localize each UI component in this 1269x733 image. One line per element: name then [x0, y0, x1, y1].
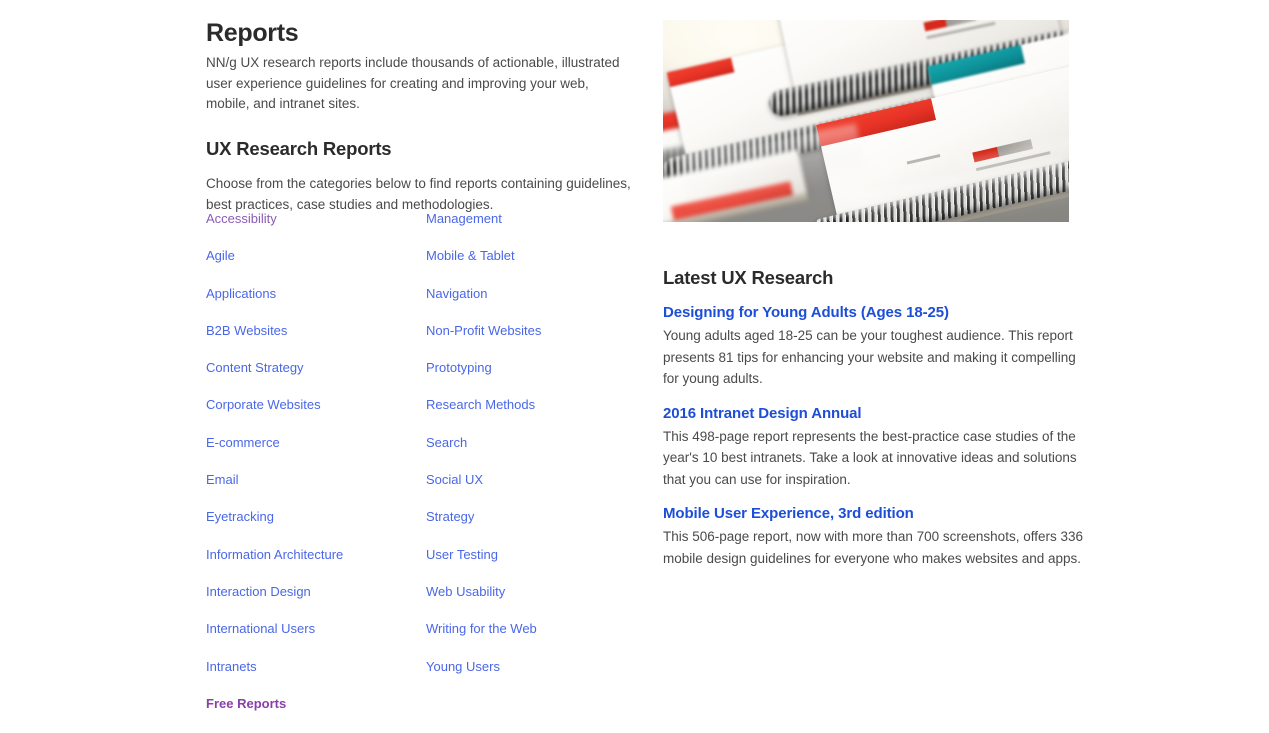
category-link-intranets[interactable]: Intranets [206, 659, 426, 696]
ux-research-reports-heading: UX Research Reports [206, 137, 392, 159]
ux-research-reports-intro: Choose from the categories below to find… [206, 175, 631, 212]
category-link-accessibility[interactable]: Accessibility [206, 211, 426, 248]
category-link-corporate-websites[interactable]: Corporate Websites [206, 397, 426, 434]
category-link-email[interactable]: Email [206, 472, 426, 509]
category-link-eyetracking[interactable]: Eyetracking [206, 509, 426, 546]
category-link-management[interactable]: Management [426, 211, 646, 248]
latest-research-title-link[interactable]: Mobile User Experience, 3rd edition [663, 504, 1069, 524]
latest-research-title-link[interactable]: Designing for Young Adults (Ages 18-25) [663, 303, 1069, 323]
category-link-web-usability[interactable]: Web Usability [426, 584, 646, 621]
latest-research-item: 2016 Intranet Design Annual This 498-page… [663, 404, 1077, 491]
page-intro-text: NN/g UX research reports include thousan… [206, 55, 620, 111]
reports-intro-section: Reports NN/g UX research reports include… [206, 18, 636, 215]
category-link-writing-for-the-web[interactable]: Writing for the Web [426, 621, 646, 658]
category-link-applications[interactable]: Applications [206, 286, 426, 323]
category-link-mobile-and-tablet[interactable]: Mobile & Tablet [426, 248, 646, 285]
latest-research-item: Mobile User Experience, 3rd edition This … [663, 504, 1083, 569]
latest-ux-research-heading: Latest UX Research [663, 267, 834, 288]
latest-research-description: This 506-page report, now with more than… [663, 529, 1083, 566]
latest-research-list: Designing for Young Adults (Ages 18-25) Y… [663, 303, 1083, 569]
category-link-user-testing[interactable]: User Testing [426, 547, 646, 584]
category-column-left: Accessibility Agile Applications B2B Websit… [206, 211, 426, 733]
spiral-bound-reports-photo [663, 20, 1069, 222]
category-link-international-users[interactable]: International Users [206, 621, 426, 658]
category-link-young-users[interactable]: Young Users [426, 659, 646, 696]
category-links-grid: Accessibility Agile Applications B2B Websit… [206, 211, 646, 733]
latest-research-item: Designing for Young Adults (Ages 18-25) Y… [663, 303, 1076, 390]
category-link-b2b-websites[interactable]: B2B Websites [206, 323, 426, 360]
category-link-prototyping[interactable]: Prototyping [426, 360, 646, 397]
latest-research-description: This 498-page report represents the best… [663, 428, 1077, 487]
category-link-navigation[interactable]: Navigation [426, 286, 646, 323]
category-link-non-profit-websites[interactable]: Non-Profit Websites [426, 323, 646, 360]
category-link-research-methods[interactable]: Research Methods [426, 397, 646, 434]
category-link-social-ux[interactable]: Social UX [426, 472, 646, 509]
category-link-free-reports[interactable]: Free Reports [206, 696, 426, 733]
category-link-e-commerce[interactable]: E-commerce [206, 435, 426, 472]
category-link-search[interactable]: Search [426, 435, 646, 472]
category-link-content-strategy[interactable]: Content Strategy [206, 360, 426, 397]
latest-research-description: Young adults aged 18-25 can be your toug… [663, 328, 1076, 386]
category-link-agile[interactable]: Agile [206, 248, 426, 285]
category-link-interaction-design[interactable]: Interaction Design [206, 584, 426, 621]
category-link-information-architecture[interactable]: Information Architecture [206, 547, 426, 584]
page-title: Reports [206, 19, 299, 47]
category-link-strategy[interactable]: Strategy [426, 509, 646, 546]
latest-research-title-link[interactable]: 2016 Intranet Design Annual [663, 404, 1069, 424]
category-column-right: Management Mobile & Tablet Navigation Non-P… [426, 211, 646, 733]
sidebar-column: Latest UX Research Designing for Young A… [663, 20, 1083, 569]
